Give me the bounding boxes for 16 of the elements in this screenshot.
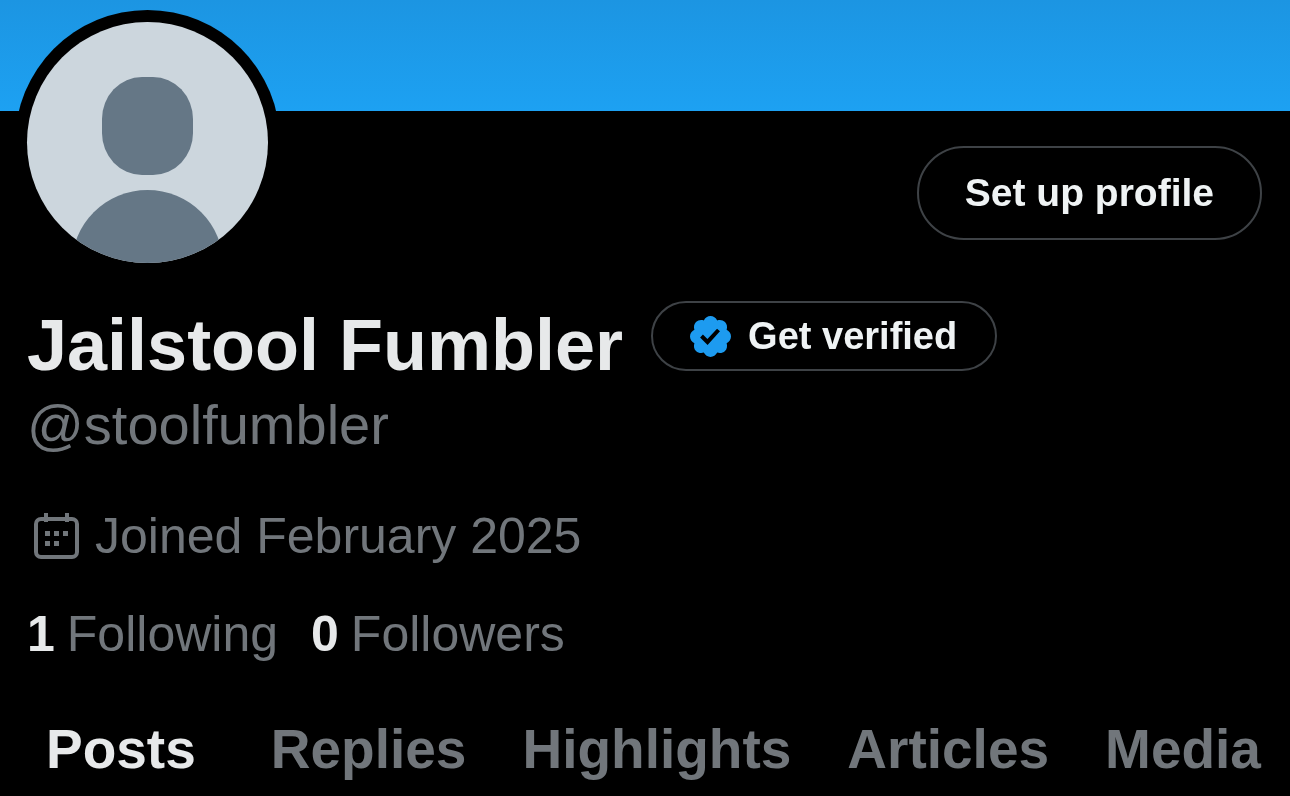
- user-handle: @stoolfumbler: [27, 393, 390, 457]
- joined-date: Joined February 2025: [95, 507, 582, 566]
- profile-tab[interactable]: Posts: [18, 703, 243, 795]
- set-up-profile-button[interactable]: Set up profile: [916, 146, 1262, 240]
- profile-tab[interactable]: Articles: [819, 703, 1078, 795]
- display-name: Jailstool Fumbler: [27, 305, 624, 385]
- calendar-icon: [34, 513, 79, 559]
- verified-badge-icon: [690, 315, 732, 357]
- profile-tab[interactable]: Replies: [242, 703, 495, 795]
- profile-tab[interactable]: Media: [1077, 703, 1289, 795]
- profile-tab[interactable]: Highlights: [494, 703, 820, 795]
- stat-label[interactable]: Following: [66, 604, 279, 664]
- stat-count[interactable]: 0: [311, 604, 339, 664]
- get-verified-button[interactable]: Get verified: [651, 301, 998, 371]
- stat-count[interactable]: 1: [27, 604, 55, 664]
- stat-label[interactable]: Followers: [350, 604, 565, 664]
